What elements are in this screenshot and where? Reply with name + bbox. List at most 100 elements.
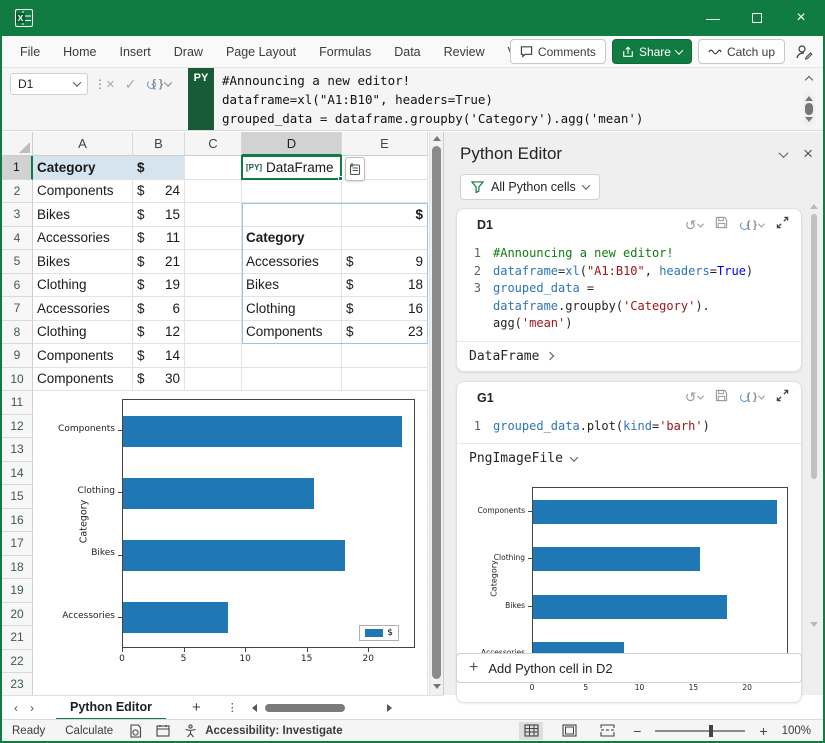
- scroll-up-icon[interactable]: [810, 204, 818, 209]
- row-header-22[interactable]: 22: [2, 650, 33, 674]
- zoom-in-button[interactable]: +: [759, 723, 767, 739]
- comments-button[interactable]: Comments: [510, 39, 606, 64]
- page-break-view-button[interactable]: [595, 722, 619, 740]
- insert-data-card-button[interactable]: [345, 157, 365, 181]
- zoom-slider-thumb[interactable]: [709, 725, 713, 737]
- row-header-7[interactable]: 7: [2, 297, 33, 321]
- excel-app-icon[interactable]: X: [14, 8, 34, 28]
- add-sheet-icon[interactable]: +: [192, 699, 201, 716]
- grid-cell-D1[interactable]: [PY]DataFrame: [242, 156, 342, 180]
- share-button[interactable]: Share: [612, 39, 692, 64]
- scrollbar-thumb[interactable]: [432, 146, 441, 679]
- embedded-chart[interactable]: ComponentsClothingBikesAccessories051015…: [33, 391, 426, 695]
- grid-cell-C4[interactable]: [185, 227, 242, 251]
- menu-item-draw[interactable]: Draw: [164, 40, 213, 64]
- confirm-entry-icon[interactable]: ✓: [125, 76, 137, 93]
- grid-cell-A9[interactable]: Components: [33, 344, 133, 368]
- row-header-9[interactable]: 9: [2, 344, 33, 368]
- grid-cell-E9[interactable]: [342, 344, 428, 368]
- zoom-out-button[interactable]: −: [633, 723, 641, 739]
- grid-cell-B8[interactable]: $12: [133, 321, 185, 345]
- close-button[interactable]: ×: [779, 0, 823, 36]
- scroll-right-icon[interactable]: [387, 704, 392, 712]
- status-calculate[interactable]: Calculate: [55, 725, 123, 737]
- row-header-11[interactable]: 11: [2, 391, 33, 415]
- grid-cell-B10[interactable]: $30: [133, 368, 185, 392]
- grid-cell-A4[interactable]: Accessories: [33, 227, 133, 251]
- document-check-icon[interactable]: [129, 724, 142, 738]
- grid-cell-C7[interactable]: [185, 297, 242, 321]
- row-header-2[interactable]: 2: [2, 180, 33, 204]
- row-header-21[interactable]: 21: [2, 626, 33, 650]
- grid-cell-C3[interactable]: [185, 203, 242, 227]
- name-box[interactable]: D1: [10, 73, 88, 95]
- prev-sheet-icon[interactable]: ‹: [2, 701, 30, 715]
- collapse-formula-bar-icon[interactable]: [805, 76, 813, 84]
- grid-cell-B3[interactable]: $15: [133, 203, 185, 227]
- grid-cell-A10[interactable]: Components: [33, 368, 133, 392]
- grid-cell-D2[interactable]: [242, 180, 342, 204]
- row-header-5[interactable]: 5: [2, 250, 33, 274]
- formula-input[interactable]: #Announcing a new editor! dataframe=xl("…: [222, 71, 793, 128]
- grid-cell-D4[interactable]: Category: [242, 227, 342, 251]
- menu-item-review[interactable]: Review: [434, 40, 495, 64]
- save-icon[interactable]: [715, 216, 728, 234]
- grid-vertical-scrollbar[interactable]: [429, 132, 443, 695]
- people-edit-icon[interactable]: [795, 44, 813, 60]
- panel-collapse-icon[interactable]: [779, 148, 789, 158]
- row-header-3[interactable]: 3: [2, 203, 33, 227]
- zoom-slider[interactable]: [655, 730, 745, 732]
- zoom-level[interactable]: 100%: [782, 725, 811, 737]
- scrollbar-thumb[interactable]: [811, 214, 817, 479]
- menu-item-home[interactable]: Home: [53, 40, 106, 64]
- grid-cell-D3[interactable]: [242, 203, 342, 227]
- cancel-entry-icon[interactable]: ×: [106, 76, 115, 93]
- grid-cell-A1[interactable]: Category: [33, 156, 133, 180]
- grid-cell-A3[interactable]: Bikes: [33, 203, 133, 227]
- row-header-23[interactable]: 23: [2, 673, 33, 695]
- grid-cell-C2[interactable]: [185, 180, 242, 204]
- undo-icon[interactable]: ↺: [685, 217, 704, 234]
- expand-icon[interactable]: [776, 216, 789, 234]
- scroll-up-icon[interactable]: [805, 96, 813, 101]
- output-row[interactable]: DataFrame: [457, 341, 801, 371]
- grid-cell-E2[interactable]: [342, 180, 428, 204]
- grid-cell-B2[interactable]: $24: [133, 180, 185, 204]
- grid-cell-A8[interactable]: Clothing: [33, 321, 133, 345]
- row-header-20[interactable]: 20: [2, 603, 33, 627]
- row-header-14[interactable]: 14: [2, 462, 33, 486]
- grid-cell-A5[interactable]: Bikes: [33, 250, 133, 274]
- history-icon[interactable]: [156, 724, 170, 737]
- row-header-13[interactable]: 13: [2, 438, 33, 462]
- output-toggle-icon[interactable]: [570, 453, 578, 461]
- grid-cell-A7[interactable]: Accessories: [33, 297, 133, 321]
- minimize-button[interactable]: —: [691, 0, 735, 36]
- menu-item-page-layout[interactable]: Page Layout: [216, 40, 306, 64]
- sheet-tab-python-editor[interactable]: Python Editor: [56, 696, 166, 720]
- panel-scrollbar[interactable]: [809, 202, 819, 629]
- grid-cell-B6[interactable]: $19: [133, 274, 185, 298]
- column-header-B[interactable]: B: [133, 132, 185, 156]
- code-editor[interactable]: 1grouped_data.plot(kind='barh'): [457, 414, 801, 444]
- insert-python-function-icon[interactable]: { }: [147, 78, 172, 90]
- row-header-19[interactable]: 19: [2, 579, 33, 603]
- scroll-left-icon[interactable]: [252, 704, 257, 712]
- grid-cell-E10[interactable]: [342, 368, 428, 392]
- grid-cell-D10[interactable]: [242, 368, 342, 392]
- grid-cell-E8[interactable]: $23: [342, 321, 428, 345]
- output-row[interactable]: PngImageFile: [457, 443, 801, 473]
- column-header-E[interactable]: E: [342, 132, 428, 156]
- scroll-down-icon[interactable]: [433, 684, 441, 689]
- accessibility-icon[interactable]: [184, 724, 197, 738]
- next-sheet-icon[interactable]: ›: [30, 701, 34, 715]
- catch-up-button[interactable]: Catch up: [698, 39, 785, 64]
- save-icon[interactable]: [715, 389, 728, 407]
- grid-cell-B9[interactable]: $14: [133, 344, 185, 368]
- grid-cell-B1[interactable]: $: [133, 156, 185, 180]
- normal-view-button[interactable]: [519, 722, 543, 740]
- python-function-icon[interactable]: { }: [740, 392, 764, 403]
- python-function-icon[interactable]: { }: [740, 220, 764, 231]
- spreadsheet-grid[interactable]: ABCDE1Category$[PY]DataFrame2Components$…: [2, 132, 443, 695]
- menu-item-insert[interactable]: Insert: [110, 40, 161, 64]
- page-layout-view-button[interactable]: [557, 722, 581, 740]
